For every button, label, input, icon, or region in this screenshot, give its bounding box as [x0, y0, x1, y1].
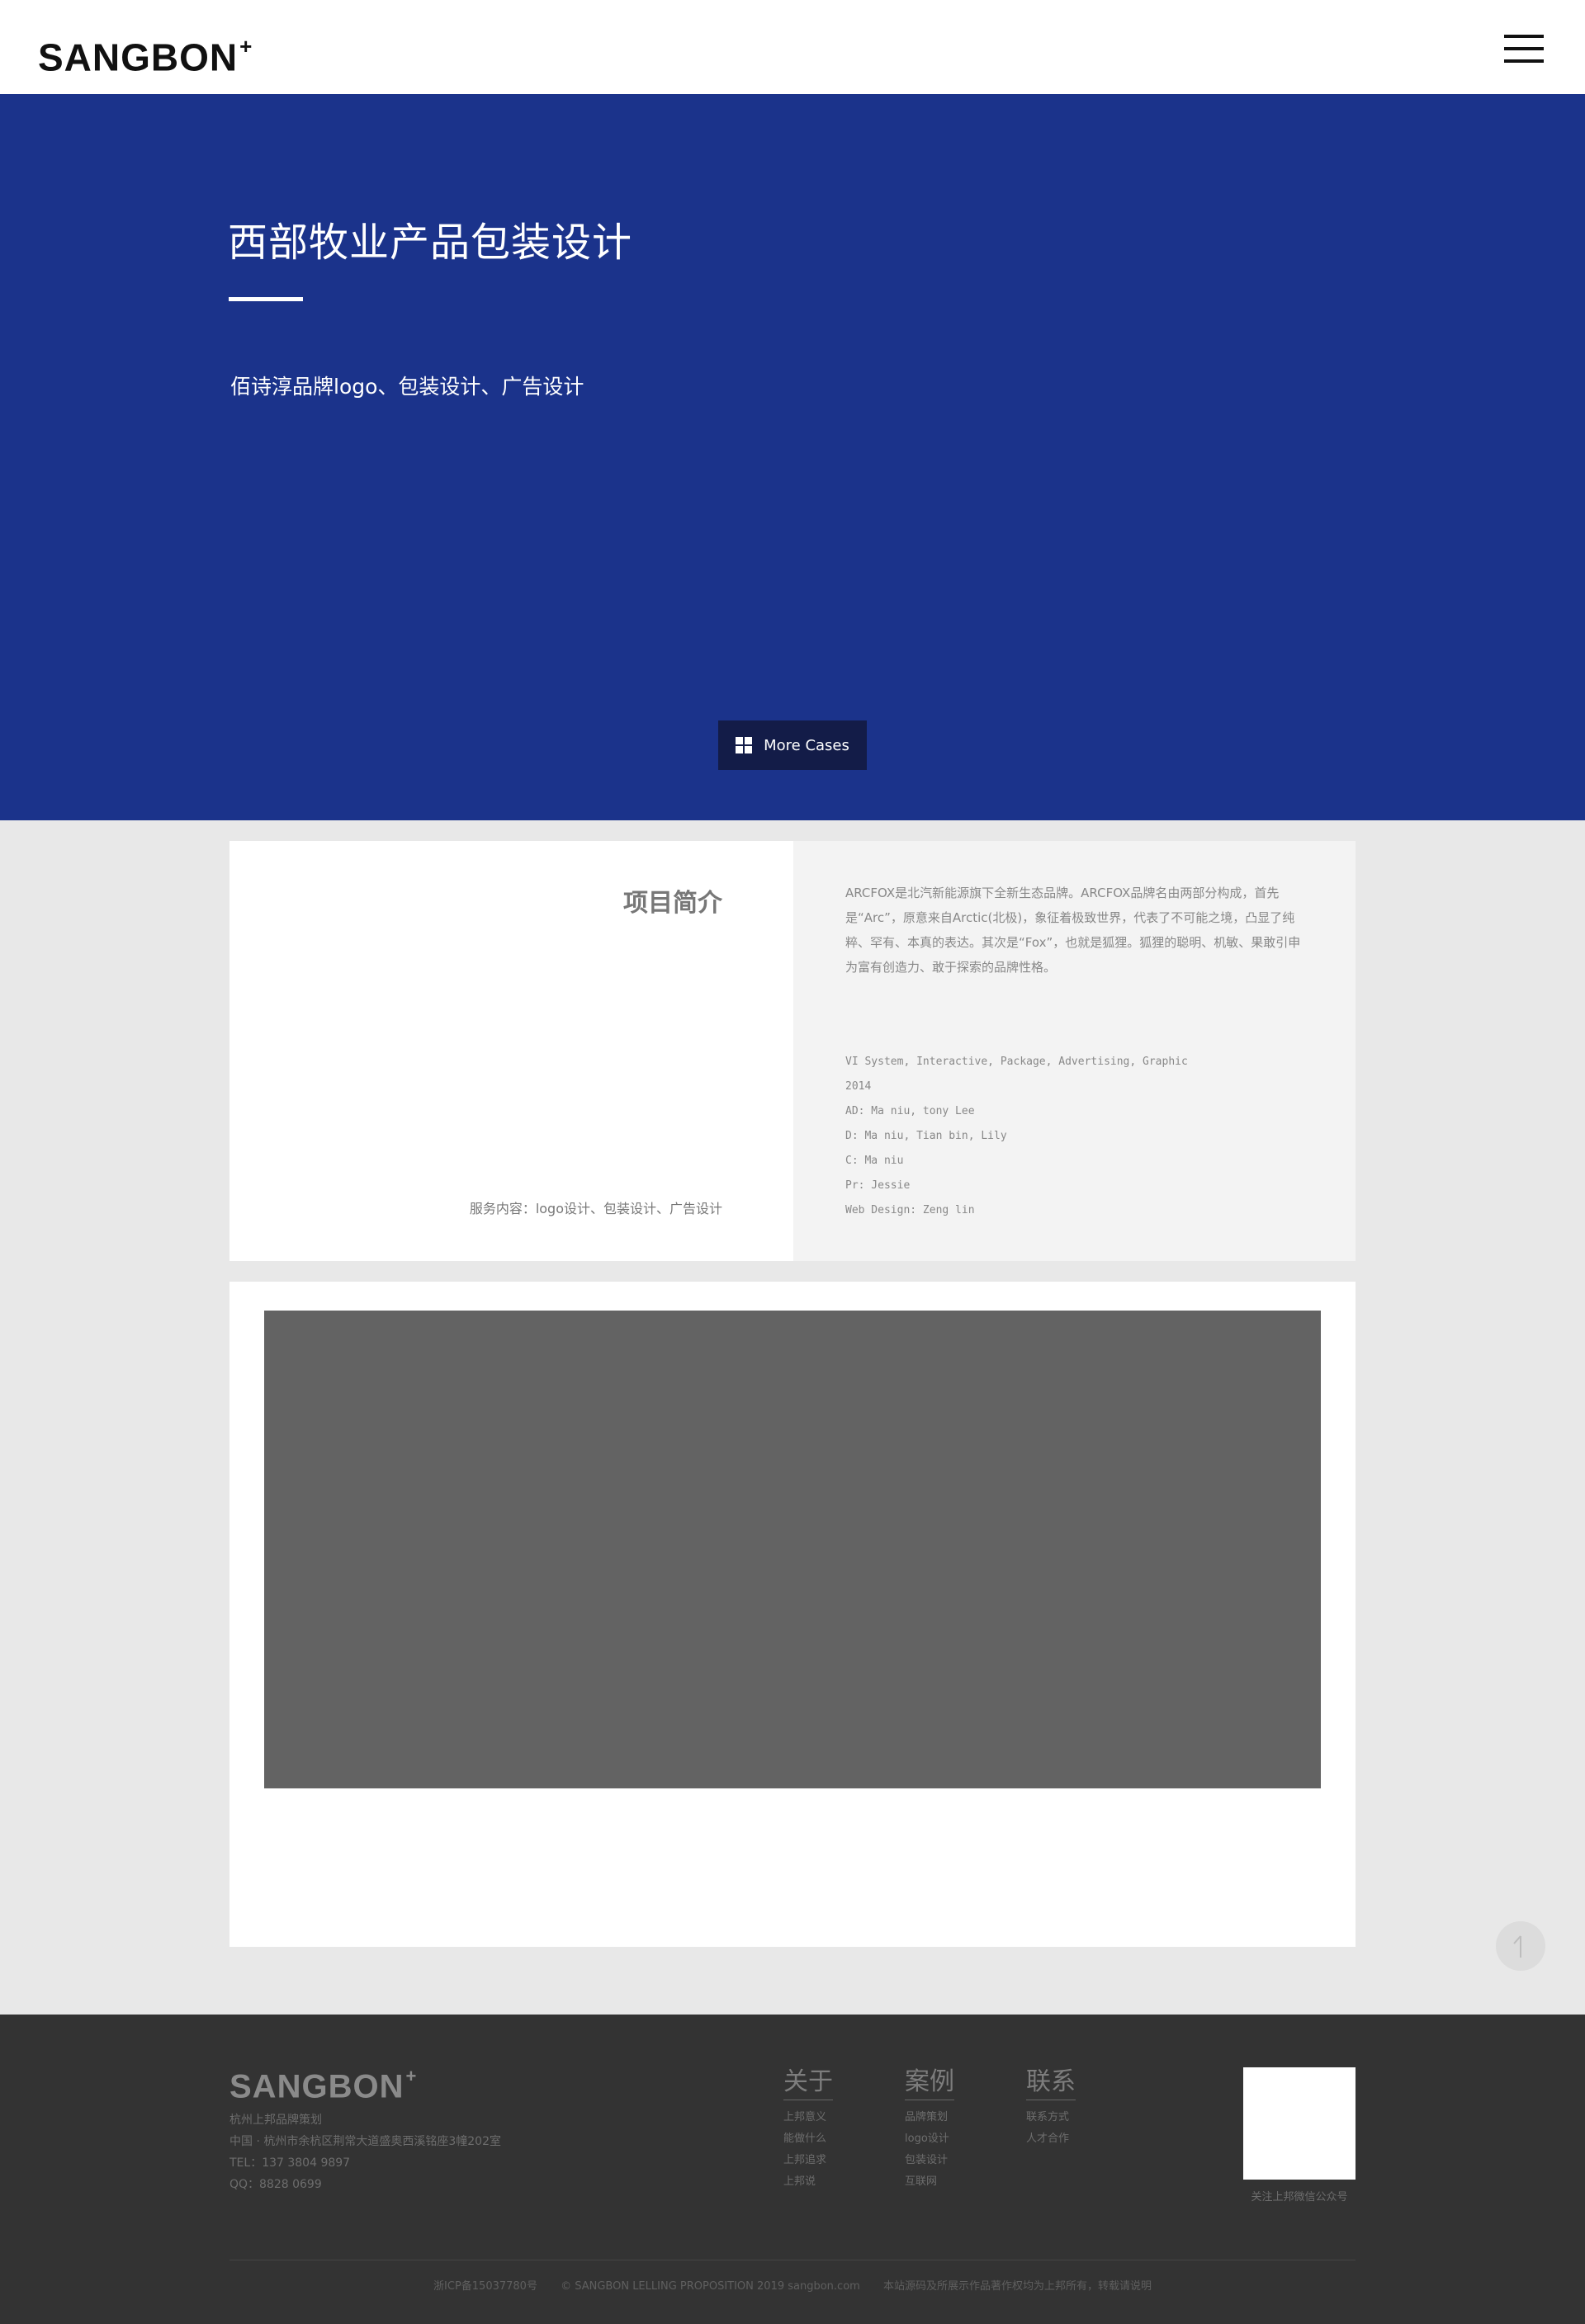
- logo[interactable]: SANGBON+: [38, 30, 253, 77]
- arrow-up-icon: [1513, 1935, 1521, 1958]
- site-footer: SANGBON+ 杭州上邦品牌策划 中国 · 杭州市余杭区荆常大道盛奥西溪铭座3…: [0, 2015, 1585, 2324]
- footer-link[interactable]: 上邦意义: [783, 2107, 833, 2128]
- menu-line: [1504, 59, 1544, 63]
- credit-line: 2014: [845, 1080, 872, 1093]
- intro-description: ARCFOX是北汽新能源旗下全新生态品牌。ARCFOX品牌名由两部分构成，首先是…: [845, 886, 1301, 975]
- logo-mark: +: [239, 34, 253, 59]
- credits-list: VI System, Interactive, Package, Adverti…: [845, 1050, 1188, 1223]
- hamburger-menu-icon[interactable]: [1504, 35, 1545, 64]
- footer-copyright: 浙ICP备15037780号 © SANGBON LELLING PROPOSI…: [0, 2277, 1585, 2293]
- case-image-card: [229, 1282, 1356, 1947]
- footer-logo-text: SANGBON: [229, 2068, 405, 2105]
- footer-link[interactable]: 品牌策划: [905, 2107, 954, 2128]
- page-subtitle: 佰诗淳品牌logo、包装设计、广告设计: [230, 375, 584, 399]
- footer-link[interactable]: 联系方式: [1026, 2107, 1076, 2128]
- intro-panel-right: ARCFOX是北汽新能源旗下全新生态品牌。ARCFOX品牌名由两部分构成，首先是…: [793, 841, 1356, 1261]
- more-cases-button[interactable]: More Cases: [718, 720, 867, 770]
- credit-line: Web Design: Zeng lin: [845, 1204, 975, 1216]
- menu-line: [1504, 35, 1544, 38]
- company-info: 杭州上邦品牌策划 中国 · 杭州市余杭区荆常大道盛奥西溪铭座3幢202室 TEL…: [229, 2109, 501, 2195]
- company-name: 杭州上邦品牌策划: [229, 2114, 322, 2127]
- more-cases-label: More Cases: [764, 736, 849, 754]
- grid-icon: [736, 737, 753, 753]
- site-header: SANGBON+: [0, 0, 1585, 94]
- footer-link[interactable]: 包装设计: [905, 2150, 954, 2171]
- footer-column-contact: 联系 联系方式 人才合作: [1026, 2061, 1076, 2150]
- hero-banner: 西部牧业产品包装设计 佰诗淳品牌logo、包装设计、广告设计 More Case…: [0, 94, 1585, 820]
- footer-link[interactable]: 人才合作: [1026, 2128, 1076, 2150]
- footer-column-title: 关于: [783, 2061, 833, 2100]
- credit-line: Pr: Jessie: [845, 1179, 911, 1192]
- intro-panel-left: 项目简介 服务内容：logo设计、包装设计、广告设计: [229, 841, 793, 1261]
- menu-line: [1504, 47, 1544, 50]
- footer-link[interactable]: 互联网: [905, 2171, 954, 2193]
- case-image: [264, 1311, 1321, 1788]
- footer-link[interactable]: 上邦说: [783, 2171, 833, 2193]
- company-address: 中国 · 杭州市余杭区荆常大道盛奥西溪铭座3幢202室: [229, 2135, 501, 2148]
- footer-logo[interactable]: SANGBON+: [229, 2062, 417, 2104]
- footer-logo-mark: +: [405, 2066, 418, 2086]
- footer-link[interactable]: 上邦追求: [783, 2150, 833, 2171]
- footer-column-about: 关于 上邦意义 能做什么 上邦追求 上邦说: [783, 2061, 833, 2193]
- company-tel: TEL：137 3804 9897: [229, 2156, 351, 2170]
- credit-line: D: Ma niu, Tian bin, Lily: [845, 1130, 1007, 1142]
- page-title: 西部牧业产品包装设计: [228, 220, 633, 266]
- back-to-top-button[interactable]: [1496, 1921, 1545, 1971]
- service-content: 服务内容：logo设计、包装设计、广告设计: [469, 1201, 722, 1216]
- credit-line: C: Ma niu: [845, 1155, 904, 1167]
- credit-line: VI System, Interactive, Package, Adverti…: [845, 1056, 1188, 1068]
- company-qq: QQ：8828 0699: [229, 2178, 322, 2191]
- footer-column-title: 联系: [1026, 2061, 1076, 2100]
- wechat-qr-code: [1243, 2067, 1356, 2180]
- intro-title: 项目简介: [623, 889, 722, 918]
- footer-column-cases: 案例 品牌策划 logo设计 包装设计 互联网: [905, 2061, 954, 2193]
- icp-number[interactable]: 浙ICP备15037780号: [433, 2280, 537, 2293]
- logo-text: SANGBON: [38, 35, 239, 79]
- copyright-text: © SANGBON LELLING PROPOSITION 2019 sangb…: [561, 2280, 860, 2293]
- rights-notice: 本站源码及所展示作品著作权均为上邦所有，转载请说明: [882, 2280, 1152, 2293]
- footer-link[interactable]: 能做什么: [783, 2128, 833, 2150]
- footer-column-title: 案例: [905, 2061, 954, 2100]
- qr-caption: 关注上邦微信公众号: [1251, 2191, 1348, 2204]
- title-underline: [229, 297, 303, 301]
- credit-line: AD: Ma niu, tony Lee: [845, 1105, 975, 1117]
- footer-link[interactable]: logo设计: [905, 2128, 954, 2150]
